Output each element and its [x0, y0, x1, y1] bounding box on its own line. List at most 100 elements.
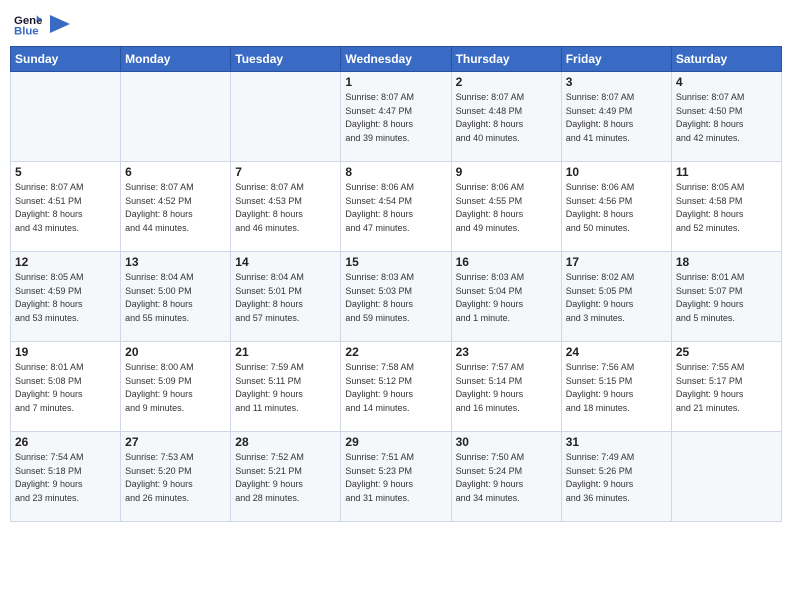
calendar-day-cell: 18 Sunrise: 8:01 AM Sunset: 5:07 PM Dayli…: [671, 252, 781, 342]
calendar-day-cell: 5Sunrise: 8:07 AM Sunset: 4:51 PM Daylig…: [11, 162, 121, 252]
calendar-day-cell: 1 Sunrise: 8:07 AM Sunset: 4:47 PM Daylig…: [341, 72, 451, 162]
day-info: Sunrise: 8:00 AM Sunset: 5:09 PM Dayligh…: [125, 361, 226, 415]
day-info: Sunrise: 8:07 AM Sunset: 4:50 PM Dayligh…: [676, 91, 777, 145]
weekday-header: Saturday: [671, 47, 781, 72]
calendar-day-cell: 14Sunrise: 8:04 AM Sunset: 5:01 PM Dayli…: [231, 252, 341, 342]
day-info: Sunrise: 8:06 AM Sunset: 4:55 PM Dayligh…: [456, 181, 557, 235]
calendar-day-cell: 26Sunrise: 7:54 AM Sunset: 5:18 PM Dayli…: [11, 432, 121, 522]
day-info: Sunrise: 8:04 AM Sunset: 5:00 PM Dayligh…: [125, 271, 226, 325]
calendar-day-cell: 16 Sunrise: 8:03 AM Sunset: 5:04 PM Dayli…: [451, 252, 561, 342]
weekday-header: Monday: [121, 47, 231, 72]
day-info: Sunrise: 7:52 AM Sunset: 5:21 PM Dayligh…: [235, 451, 336, 505]
weekday-header: Tuesday: [231, 47, 341, 72]
calendar-week-row: 19 Sunrise: 8:01 AM Sunset: 5:08 PM Dayli…: [11, 342, 782, 432]
day-info: Sunrise: 7:57 AM Sunset: 5:14 PM Dayligh…: [456, 361, 557, 415]
day-number: 19: [15, 345, 116, 359]
calendar-week-row: 12 Sunrise: 8:05 AM Sunset: 4:59 PM Dayli…: [11, 252, 782, 342]
calendar-day-cell: 10 Sunrise: 8:06 AM Sunset: 4:56 PM Dayli…: [561, 162, 671, 252]
weekday-header: Friday: [561, 47, 671, 72]
day-number: 10: [566, 165, 667, 179]
calendar-day-cell: 13 Sunrise: 8:04 AM Sunset: 5:00 PM Dayli…: [121, 252, 231, 342]
day-number: 6: [125, 165, 226, 179]
calendar-day-cell: 3 Sunrise: 8:07 AM Sunset: 4:49 PM Daylig…: [561, 72, 671, 162]
day-info: Sunrise: 8:06 AM Sunset: 4:54 PM Dayligh…: [345, 181, 446, 235]
calendar-day-cell: 15 Sunrise: 8:03 AM Sunset: 5:03 PM Dayli…: [341, 252, 451, 342]
calendar-empty-cell: [11, 72, 121, 162]
day-info: Sunrise: 8:03 AM Sunset: 5:04 PM Dayligh…: [456, 271, 557, 325]
weekday-header: Sunday: [11, 47, 121, 72]
day-number: 12: [15, 255, 116, 269]
day-number: 16: [456, 255, 557, 269]
day-info: Sunrise: 7:55 AM Sunset: 5:17 PM Dayligh…: [676, 361, 777, 415]
day-info: Sunrise: 7:54 AM Sunset: 5:18 PM Dayligh…: [15, 451, 116, 505]
day-number: 22: [345, 345, 446, 359]
day-info: Sunrise: 8:02 AM Sunset: 5:05 PM Dayligh…: [566, 271, 667, 325]
day-info: Sunrise: 7:56 AM Sunset: 5:15 PM Dayligh…: [566, 361, 667, 415]
calendar-day-cell: 25 Sunrise: 7:55 AM Sunset: 5:17 PM Dayli…: [671, 342, 781, 432]
logo-icon: General Blue: [14, 10, 42, 38]
day-info: Sunrise: 8:06 AM Sunset: 4:56 PM Dayligh…: [566, 181, 667, 235]
day-number: 1: [345, 75, 446, 89]
calendar-day-cell: 4 Sunrise: 8:07 AM Sunset: 4:50 PM Daylig…: [671, 72, 781, 162]
day-info: Sunrise: 8:07 AM Sunset: 4:52 PM Dayligh…: [125, 181, 226, 235]
calendar-empty-cell: [671, 432, 781, 522]
day-number: 2: [456, 75, 557, 89]
calendar-empty-cell: [121, 72, 231, 162]
day-number: 8: [345, 165, 446, 179]
day-number: 9: [456, 165, 557, 179]
day-info: Sunrise: 8:01 AM Sunset: 5:07 PM Dayligh…: [676, 271, 777, 325]
calendar-day-cell: 21Sunrise: 7:59 AM Sunset: 5:11 PM Dayli…: [231, 342, 341, 432]
calendar-day-cell: 8 Sunrise: 8:06 AM Sunset: 4:54 PM Daylig…: [341, 162, 451, 252]
day-number: 17: [566, 255, 667, 269]
day-number: 23: [456, 345, 557, 359]
calendar-week-row: 1 Sunrise: 8:07 AM Sunset: 4:47 PM Daylig…: [11, 72, 782, 162]
calendar-day-cell: 29Sunrise: 7:51 AM Sunset: 5:23 PM Dayli…: [341, 432, 451, 522]
day-number: 25: [676, 345, 777, 359]
day-number: 11: [676, 165, 777, 179]
calendar-day-cell: 7 Sunrise: 8:07 AM Sunset: 4:53 PM Daylig…: [231, 162, 341, 252]
day-info: Sunrise: 8:07 AM Sunset: 4:51 PM Dayligh…: [15, 181, 116, 235]
calendar-day-cell: 9 Sunrise: 8:06 AM Sunset: 4:55 PM Daylig…: [451, 162, 561, 252]
day-info: Sunrise: 8:04 AM Sunset: 5:01 PM Dayligh…: [235, 271, 336, 325]
page-header: General Blue: [10, 10, 782, 38]
day-number: 31: [566, 435, 667, 449]
logo-arrow-icon: [50, 15, 70, 33]
day-info: Sunrise: 7:53 AM Sunset: 5:20 PM Dayligh…: [125, 451, 226, 505]
calendar-day-cell: 2Sunrise: 8:07 AM Sunset: 4:48 PM Daylig…: [451, 72, 561, 162]
calendar-day-cell: 28 Sunrise: 7:52 AM Sunset: 5:21 PM Dayli…: [231, 432, 341, 522]
calendar-day-cell: 23 Sunrise: 7:57 AM Sunset: 5:14 PM Dayli…: [451, 342, 561, 432]
calendar-day-cell: 22 Sunrise: 7:58 AM Sunset: 5:12 PM Dayli…: [341, 342, 451, 432]
calendar-day-cell: 24 Sunrise: 7:56 AM Sunset: 5:15 PM Dayli…: [561, 342, 671, 432]
day-info: Sunrise: 7:58 AM Sunset: 5:12 PM Dayligh…: [345, 361, 446, 415]
day-info: Sunrise: 8:05 AM Sunset: 4:59 PM Dayligh…: [15, 271, 116, 325]
day-info: Sunrise: 7:50 AM Sunset: 5:24 PM Dayligh…: [456, 451, 557, 505]
day-number: 20: [125, 345, 226, 359]
day-info: Sunrise: 8:07 AM Sunset: 4:53 PM Dayligh…: [235, 181, 336, 235]
day-number: 30: [456, 435, 557, 449]
day-number: 24: [566, 345, 667, 359]
calendar-day-cell: 30 Sunrise: 7:50 AM Sunset: 5:24 PM Dayli…: [451, 432, 561, 522]
day-number: 7: [235, 165, 336, 179]
calendar-week-row: 26Sunrise: 7:54 AM Sunset: 5:18 PM Dayli…: [11, 432, 782, 522]
weekday-header: Wednesday: [341, 47, 451, 72]
day-info: Sunrise: 7:51 AM Sunset: 5:23 PM Dayligh…: [345, 451, 446, 505]
day-number: 4: [676, 75, 777, 89]
day-info: Sunrise: 7:59 AM Sunset: 5:11 PM Dayligh…: [235, 361, 336, 415]
day-number: 27: [125, 435, 226, 449]
calendar-day-cell: 31 Sunrise: 7:49 AM Sunset: 5:26 PM Dayli…: [561, 432, 671, 522]
day-info: Sunrise: 7:49 AM Sunset: 5:26 PM Dayligh…: [566, 451, 667, 505]
logo: General Blue: [14, 10, 70, 38]
day-info: Sunrise: 8:07 AM Sunset: 4:47 PM Dayligh…: [345, 91, 446, 145]
day-number: 3: [566, 75, 667, 89]
day-number: 15: [345, 255, 446, 269]
day-number: 28: [235, 435, 336, 449]
calendar-day-cell: 12 Sunrise: 8:05 AM Sunset: 4:59 PM Dayli…: [11, 252, 121, 342]
day-info: Sunrise: 8:05 AM Sunset: 4:58 PM Dayligh…: [676, 181, 777, 235]
day-number: 13: [125, 255, 226, 269]
calendar-day-cell: 19 Sunrise: 8:01 AM Sunset: 5:08 PM Dayli…: [11, 342, 121, 432]
day-info: Sunrise: 8:03 AM Sunset: 5:03 PM Dayligh…: [345, 271, 446, 325]
day-info: Sunrise: 8:07 AM Sunset: 4:49 PM Dayligh…: [566, 91, 667, 145]
day-info: Sunrise: 8:01 AM Sunset: 5:08 PM Dayligh…: [15, 361, 116, 415]
calendar-day-cell: 11 Sunrise: 8:05 AM Sunset: 4:58 PM Dayli…: [671, 162, 781, 252]
day-number: 18: [676, 255, 777, 269]
